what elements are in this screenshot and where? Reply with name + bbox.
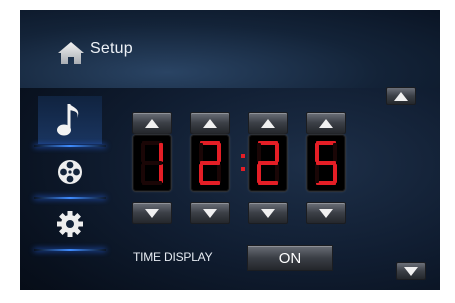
arrow-down-icon: [261, 208, 275, 218]
segment-e: [315, 164, 319, 183]
sidebar-separator: [34, 145, 106, 147]
segment-f: [199, 143, 203, 162]
scroll-down-button[interactable]: [396, 262, 426, 280]
segment-g: [258, 161, 278, 165]
minute-ones-up-button[interactable]: [306, 112, 346, 134]
segment-b: [333, 143, 337, 162]
segment-g: [200, 161, 220, 165]
gear-icon: [57, 211, 83, 237]
hour-ones-up-button[interactable]: [190, 112, 230, 134]
hour-tens-up-button[interactable]: [132, 112, 172, 134]
segment-f: [257, 143, 261, 162]
segment-g: [142, 161, 162, 165]
arrow-up-icon: [319, 118, 333, 128]
arrow-down-icon: [203, 208, 217, 218]
scroll-up-button[interactable]: [386, 87, 416, 105]
sidebar-item-music[interactable]: [38, 96, 102, 144]
time-display-label: TIME DISPLAY: [133, 250, 213, 264]
segment-c: [217, 164, 221, 183]
minute-tens-digit: 2: [248, 134, 288, 192]
segment-e: [257, 164, 261, 183]
screen: Setup TIME DISPLAY ON: [0, 0, 455, 303]
seven-segment-digit: [257, 141, 279, 185]
sidebar: [20, 90, 115, 290]
minute-tens-up-button[interactable]: [248, 112, 288, 134]
setup-panel: Setup TIME DISPLAY ON: [20, 10, 440, 290]
time-display-toggle[interactable]: ON: [247, 245, 333, 271]
arrow-up-icon: [394, 91, 408, 101]
film-reel-icon: [58, 160, 82, 184]
header: Setup: [20, 10, 440, 88]
arrow-down-icon: [404, 266, 418, 276]
seven-segment-digit: [141, 141, 163, 185]
home-icon[interactable]: [56, 40, 86, 66]
sidebar-item-settings[interactable]: [38, 200, 102, 248]
arrow-up-icon: [145, 118, 159, 128]
segment-c: [159, 164, 163, 183]
segment-b: [275, 143, 279, 162]
minute-tens-down-button[interactable]: [248, 202, 288, 224]
segment-f: [315, 143, 319, 162]
minute-ones-down-button[interactable]: [306, 202, 346, 224]
segment-e: [199, 164, 203, 183]
sidebar-separator: [34, 249, 106, 251]
segment-c: [275, 164, 279, 183]
hour-tens-down-button[interactable]: [132, 202, 172, 224]
minute-ones-digit: 5: [306, 134, 346, 192]
segment-c: [333, 164, 337, 183]
arrow-up-icon: [203, 118, 217, 128]
hour-tens-digit: 1: [132, 134, 172, 192]
segment-e: [141, 164, 145, 183]
arrow-down-icon: [319, 208, 333, 218]
music-note-icon: [57, 104, 79, 136]
hour-ones-digit: 2: [190, 134, 230, 192]
page-title: Setup: [90, 40, 133, 57]
arrow-down-icon: [145, 208, 159, 218]
sidebar-item-video[interactable]: [38, 148, 102, 196]
hour-ones-down-button[interactable]: [190, 202, 230, 224]
seven-segment-digit: [315, 141, 337, 185]
arrow-up-icon: [261, 118, 275, 128]
segment-b: [217, 143, 221, 162]
sidebar-separator: [34, 197, 106, 199]
segment-b: [159, 143, 163, 162]
seven-segment-digit: [199, 141, 221, 185]
time-separator: [241, 154, 245, 171]
segment-f: [141, 143, 145, 162]
segment-g: [316, 161, 336, 165]
